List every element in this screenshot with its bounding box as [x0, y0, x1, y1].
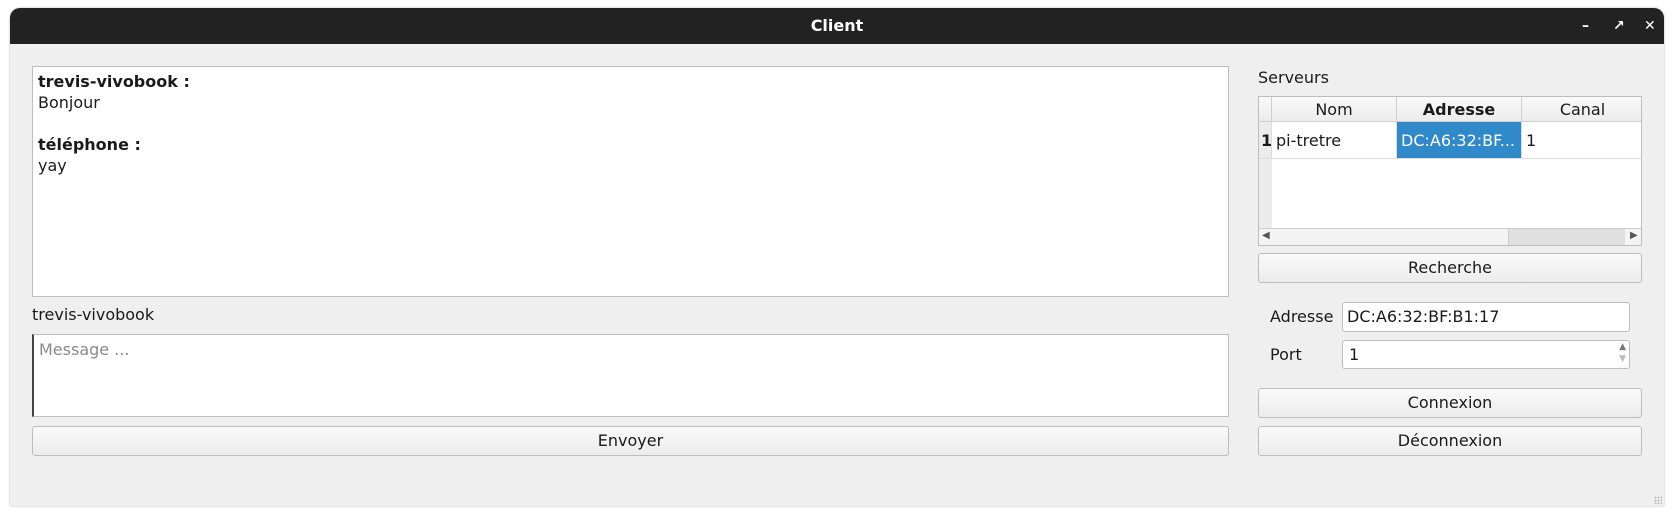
message-placeholder: Message ... [39, 340, 130, 359]
resize-grip[interactable] [1654, 496, 1662, 504]
scroll-left-icon[interactable]: ◀ [1262, 230, 1270, 241]
servers-table[interactable]: Nom Adresse Canal 1 pi-tretre DC:A6:32:B… [1258, 96, 1642, 246]
search-button[interactable]: Recherche [1258, 253, 1642, 283]
address-label: Adresse [1270, 307, 1334, 326]
close-icon[interactable]: ✕ [1644, 8, 1656, 44]
port-spinbox[interactable]: 1 ▲ ▼ [1342, 340, 1630, 369]
cell-address-selected[interactable]: DC:A6:32:BF... [1397, 122, 1522, 159]
cell-name[interactable]: pi-tretre [1272, 122, 1397, 159]
scroll-right-icon[interactable]: ▶ [1630, 230, 1638, 241]
window-title: Client [810, 16, 864, 35]
message-sender: téléphone : [38, 135, 141, 154]
port-value: 1 [1349, 345, 1360, 364]
message-text: Bonjour [38, 93, 100, 112]
horizontal-scrollbar[interactable]: ◀ ▶ [1259, 228, 1641, 245]
title-bar: Client [10, 8, 1664, 44]
address-field[interactable]: DC:A6:32:BF:B1:17 [1342, 302, 1630, 332]
cell-channel[interactable]: 1 [1522, 122, 1641, 159]
row-header[interactable]: 1 [1259, 122, 1272, 159]
minimize-icon[interactable]: – [1582, 8, 1589, 44]
port-label: Port [1270, 345, 1302, 364]
client-window: Client – ↗ ✕ trevis-vivobook : Bonjour t… [10, 8, 1664, 506]
spin-down-icon[interactable]: ▼ [1619, 346, 1626, 373]
column-header-canal[interactable]: Canal [1522, 97, 1641, 122]
message-input[interactable]: Message ... [32, 334, 1229, 417]
scrollbar-thumb[interactable] [1508, 229, 1625, 245]
username-label: trevis-vivobook [32, 305, 155, 324]
send-button[interactable]: Envoyer [32, 426, 1229, 456]
column-header-nom[interactable]: Nom [1272, 97, 1397, 122]
message-text: yay [38, 156, 67, 175]
servers-label: Serveurs [1258, 68, 1329, 87]
chat-history[interactable]: trevis-vivobook : Bonjour téléphone : ya… [32, 66, 1229, 297]
connect-button[interactable]: Connexion [1258, 388, 1642, 418]
message-sender: trevis-vivobook : [38, 72, 190, 91]
maximize-icon[interactable]: ↗ [1613, 8, 1625, 44]
disconnect-button[interactable]: Déconnexion [1258, 426, 1642, 456]
column-header-adresse[interactable]: Adresse [1397, 97, 1522, 122]
